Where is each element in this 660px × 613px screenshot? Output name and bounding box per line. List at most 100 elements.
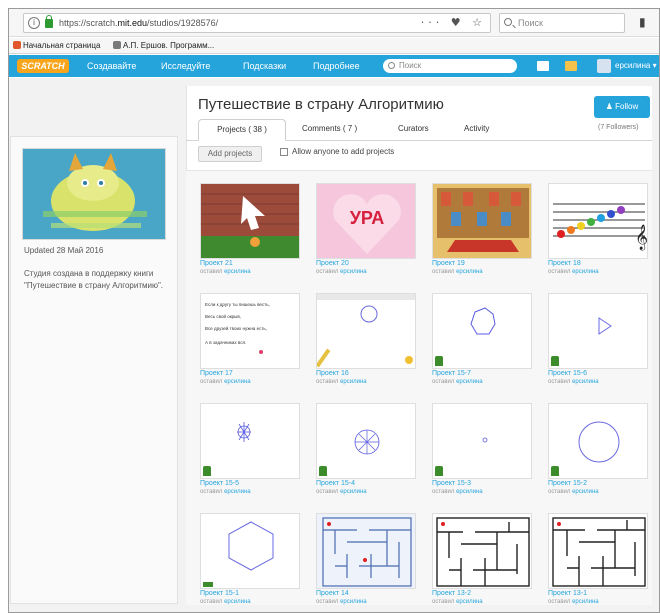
follow-icon: ♟	[605, 102, 616, 111]
project-title[interactable]: Проект 13-2	[432, 590, 471, 597]
project-author: оставил ерсилина	[432, 599, 483, 605]
nav-explore[interactable]: Исследуйте	[161, 55, 210, 77]
firefox-icon	[13, 41, 21, 49]
project-title[interactable]: Проект 19	[432, 260, 465, 267]
project-author: оставил ерсилина	[316, 379, 367, 385]
project-thumbnail[interactable]	[432, 403, 532, 479]
ura-text: УРА	[350, 208, 385, 228]
project-title[interactable]: Проект 13-1	[548, 590, 587, 597]
bookmarks-bar: Начальная страница А.П. Ершов. Программ.…	[9, 38, 659, 54]
sprite-icon	[551, 356, 559, 366]
studio-description: Студия создана в поддержку книги "Путеше…	[24, 269, 164, 290]
project-title[interactable]: Проект 15-3	[432, 480, 471, 487]
project-thumbnail[interactable]	[200, 513, 300, 589]
sprite-icon	[203, 466, 211, 476]
nav-tips[interactable]: Подсказки	[243, 55, 286, 77]
project-title[interactable]: Проект 15-4	[316, 480, 355, 487]
username-menu[interactable]: ерсилина ▾	[615, 55, 657, 77]
tab-activity[interactable]: Activity	[464, 124, 489, 133]
scratch-logo[interactable]: SCRATCH	[17, 59, 69, 73]
sprite-icon	[319, 466, 327, 476]
project-thumbnail[interactable]	[432, 513, 532, 589]
tab-projects[interactable]: Projects ( 38 )	[198, 119, 286, 141]
address-bar[interactable]: i https://scratch.mit.edu/studios/192857…	[23, 13, 491, 33]
sprite-icon	[435, 466, 443, 476]
search-icon	[388, 62, 395, 69]
project-thumbnail[interactable]	[432, 183, 532, 259]
project-thumbnail[interactable]: Если к другу ты пишешь весть, Весь свой …	[200, 293, 300, 369]
project-thumbnail[interactable]: УРА	[316, 183, 416, 259]
studio-thumbnail	[22, 148, 166, 240]
svg-text:Все друзей твоих нужна есть,: Все друзей твоих нужна есть,	[205, 325, 267, 331]
svg-text:Весь свой окрыв,: Весь свой окрыв,	[205, 313, 241, 319]
svg-text:Если к другу ты пишешь весть,: Если к другу ты пишешь весть,	[205, 302, 270, 307]
project-author: оставил ерсилина	[432, 489, 483, 495]
project-title[interactable]: Проект 15-2	[548, 480, 587, 487]
allow-anyone-label: Allow anyone to add projects	[292, 147, 395, 156]
project-thumbnail[interactable]	[548, 403, 648, 479]
project-author: оставил ерсилина	[316, 599, 367, 605]
bookmark-icon	[113, 41, 121, 49]
site-search-input[interactable]: Поиск	[383, 59, 517, 73]
bookmark-ershov[interactable]: А.П. Ершов. Программ...	[113, 38, 214, 54]
project-author: оставил ерсилина	[316, 269, 367, 275]
project-thumbnail[interactable]: 𝄞	[548, 183, 648, 259]
project-thumbnail[interactable]	[316, 403, 416, 479]
project-author: оставил ерсилина	[200, 379, 251, 385]
project-author: оставил ерсилина	[432, 269, 483, 275]
project-author: оставил ерсилина	[200, 269, 251, 275]
allow-anyone-checkbox[interactable]	[280, 148, 288, 156]
info-icon[interactable]: i	[28, 17, 40, 29]
bookmark-start-page[interactable]: Начальная страница	[13, 38, 100, 54]
followers-count: (7 Followers)	[598, 124, 639, 131]
page-title: Путешествие в страну Алгоритмию	[198, 96, 444, 113]
project-author: оставил ерсилина	[200, 489, 251, 495]
project-title[interactable]: Проект 15-6	[548, 370, 587, 377]
project-title[interactable]: Проект 15-7	[432, 370, 471, 377]
avatar[interactable]	[597, 59, 611, 73]
follow-button[interactable]: ♟ Follow	[594, 96, 650, 118]
project-author: оставил ерсилина	[200, 599, 251, 605]
project-author: оставил ерсилина	[548, 599, 599, 605]
tab-comments[interactable]: Comments ( 7 )	[302, 124, 357, 133]
tab-curators[interactable]: Curators	[398, 124, 429, 133]
browser-search-input[interactable]: Поиск	[499, 13, 625, 33]
studio-updated: Updated 28 Май 2016	[24, 246, 104, 255]
project-author: оставил ерсилина	[316, 489, 367, 495]
add-projects-button[interactable]: Add projects	[198, 146, 262, 162]
url-text: https://scratch.mit.edu/studios/1928576/	[59, 18, 219, 28]
project-thumbnail[interactable]	[316, 513, 416, 589]
project-author: оставил ерсилина	[548, 269, 599, 275]
project-author: оставил ерсилина	[548, 489, 599, 495]
project-thumbnail[interactable]	[548, 513, 648, 589]
nav-create[interactable]: Создавайте	[87, 55, 136, 77]
project-title[interactable]: Проект 17	[200, 370, 233, 377]
project-thumbnail[interactable]	[200, 183, 300, 259]
scratch-navbar: SCRATCH Создавайте Исследуйте Подсказки …	[9, 55, 659, 77]
browser-toolbar: i https://scratch.mit.edu/studios/192857…	[9, 9, 659, 37]
sprite-icon	[435, 356, 443, 366]
project-title[interactable]: Проект 16	[316, 370, 349, 377]
project-title[interactable]: Проект 14	[316, 590, 349, 597]
project-thumbnail[interactable]	[432, 293, 532, 369]
search-icon	[504, 18, 512, 26]
project-author: оставил ерсилина	[432, 379, 483, 385]
library-icon[interactable]: ▮	[639, 15, 646, 29]
project-author: оставил ерсилина	[548, 379, 599, 385]
project-thumbnail[interactable]	[316, 293, 416, 369]
project-title[interactable]: Проект 21	[200, 260, 233, 267]
project-thumbnail[interactable]	[548, 293, 648, 369]
nav-about[interactable]: Подробнее	[313, 55, 360, 77]
my-stuff-icon[interactable]	[565, 61, 577, 71]
project-title[interactable]: Проект 15-5	[200, 480, 239, 487]
project-title[interactable]: Проект 15-1	[200, 590, 239, 597]
page-actions-icons[interactable]: ··· ♥ ☆	[421, 14, 486, 32]
messages-icon[interactable]	[537, 61, 549, 71]
project-title[interactable]: Проект 18	[548, 260, 581, 267]
project-thumbnail[interactable]	[200, 403, 300, 479]
svg-text:𝄞: 𝄞	[635, 224, 648, 250]
sprite-icon	[551, 466, 559, 476]
lock-icon	[45, 15, 53, 28]
svg-text:А в задачниках вся.: А в задачниках вся.	[205, 340, 246, 345]
project-title[interactable]: Проект 20	[316, 260, 349, 267]
